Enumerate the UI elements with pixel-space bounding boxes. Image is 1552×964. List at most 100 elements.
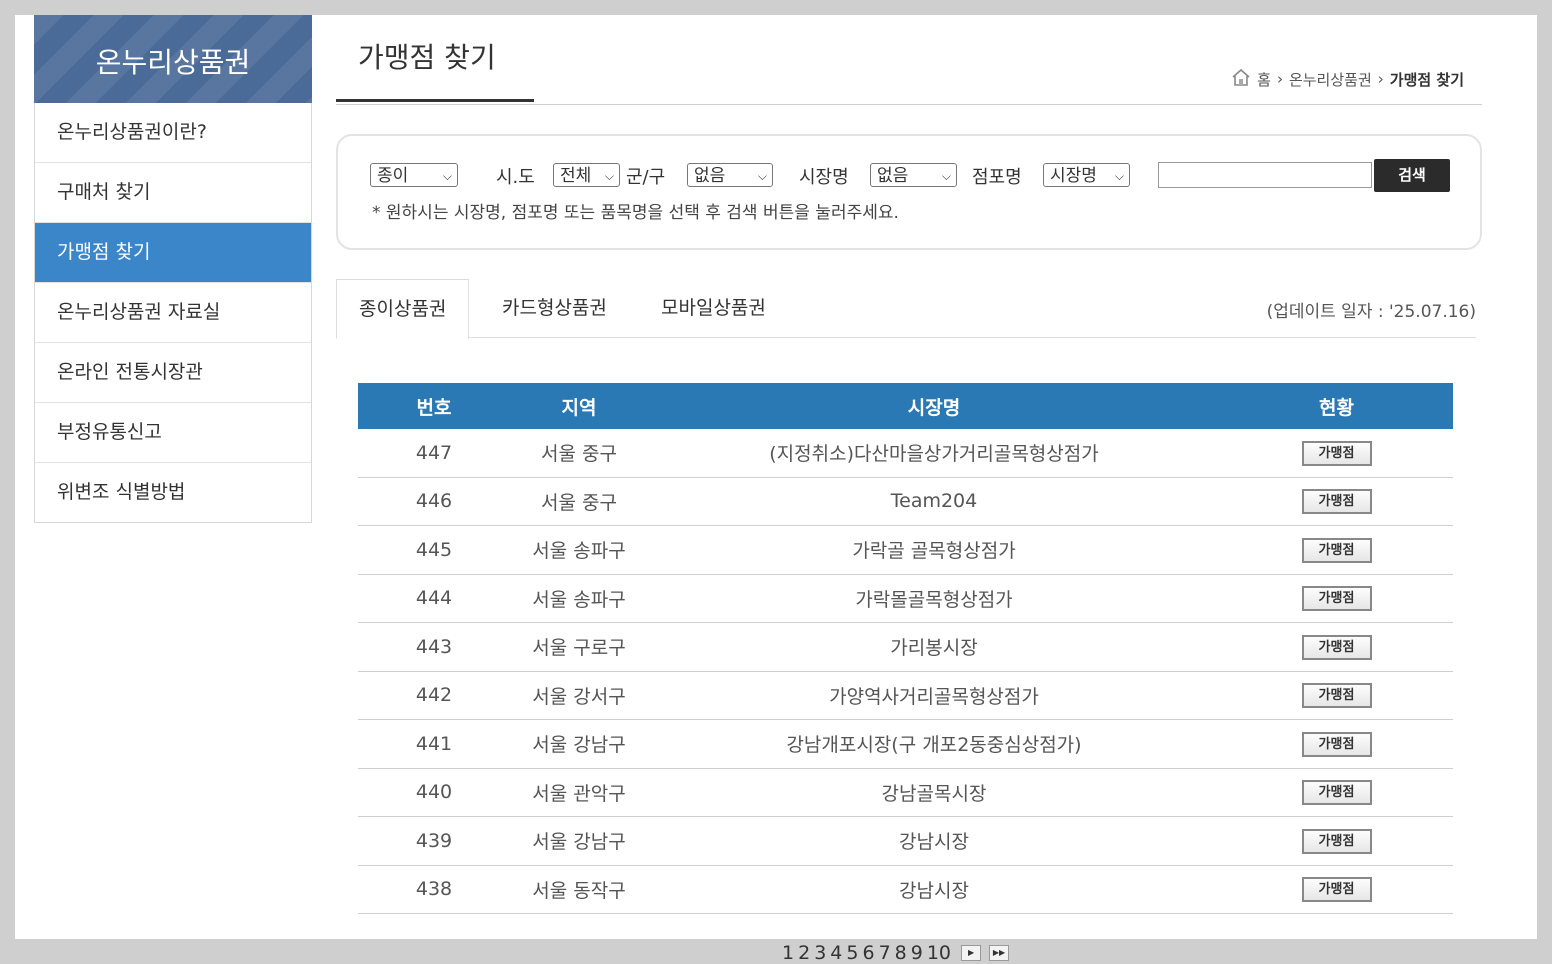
row-status-cell: 가맹점 <box>1220 429 1453 478</box>
gugun-label: 군/구 <box>626 167 666 188</box>
page-3[interactable]: 3 <box>812 942 828 964</box>
store-list-button[interactable]: 가맹점 <box>1301 731 1372 757</box>
search-panel: 종이 ⌵ 시.도 전체 ⌵ 군/구 없음 ⌵ 시장명 없음 ⌵ 점포명 시장명 ⌵ 검색 … <box>336 134 1482 250</box>
row-number: 441 <box>358 719 510 769</box>
market-select[interactable]: 없음 ⌵ <box>870 163 957 187</box>
type-select-value: 종이 <box>377 166 409 186</box>
row-region: 서울 송파구 <box>510 525 648 575</box>
row-region: 서울 강서구 <box>510 671 648 720</box>
gugun-select-value: 없음 <box>694 166 726 186</box>
row-market: 강남골목시장 <box>648 768 1220 817</box>
page-9[interactable]: 9 <box>909 942 925 964</box>
home-icon[interactable] <box>1231 68 1251 90</box>
row-status-cell: 가맹점 <box>1220 768 1453 817</box>
page-8[interactable]: 8 <box>893 942 909 964</box>
sido-select[interactable]: 전체 ⌵ <box>553 163 620 187</box>
store-list-button[interactable]: 가맹점 <box>1301 586 1372 612</box>
chevron-down-icon: ⌵ <box>1114 169 1124 183</box>
row-status-cell: 가맹점 <box>1220 671 1453 720</box>
table-row: 440 서울 관악구 강남골목시장 가맹점 <box>358 768 1453 817</box>
row-status-cell: 가맹점 <box>1220 574 1453 623</box>
row-market: Team204 <box>648 477 1220 526</box>
search-input[interactable] <box>1158 162 1372 188</box>
store-select-value: 시장명 <box>1050 166 1097 186</box>
sidebar-item-store-search[interactable]: 가맹점 찾기 <box>35 222 311 282</box>
next-page-icon[interactable]: ▶ <box>961 945 982 961</box>
row-number: 445 <box>358 525 510 575</box>
store-list-button[interactable]: 가맹점 <box>1301 683 1372 709</box>
row-status-cell: 가맹점 <box>1220 477 1453 526</box>
table-row: 441 서울 강남구 강남개포시장(구 개포2동중심상점가) 가맹점 <box>358 719 1453 769</box>
market-label: 시장명 <box>799 167 849 188</box>
row-number: 439 <box>358 816 510 866</box>
row-market: 가양역사거리골목형상점가 <box>648 671 1220 720</box>
title-row: 가맹점 찾기 홈 › 온누리상품권 › 가맹점 찾기 <box>336 30 1482 105</box>
row-number: 447 <box>358 429 510 478</box>
page-2[interactable]: 2 <box>796 942 812 964</box>
breadcrumb: 홈 › 온누리상품권 › 가맹점 찾기 <box>1231 68 1464 90</box>
row-market: 강남시장 <box>648 865 1220 914</box>
sidebar-item-archive[interactable]: 온누리상품권 자료실 <box>35 282 311 342</box>
table-row: 439 서울 강남구 강남시장 가맹점 <box>358 816 1453 866</box>
page-1[interactable]: 1 <box>780 942 796 964</box>
row-region: 서울 송파구 <box>510 574 648 623</box>
sidebar-item-purchase-place[interactable]: 구매처 찾기 <box>35 162 311 222</box>
store-list-button[interactable]: 가맹점 <box>1301 780 1372 806</box>
table-row: 438 서울 동작구 강남시장 가맹점 <box>358 865 1453 914</box>
store-select[interactable]: 시장명 ⌵ <box>1043 163 1130 187</box>
breadcrumb-section[interactable]: 온누리상품권 <box>1289 69 1372 90</box>
row-region: 서울 동작구 <box>510 865 648 914</box>
store-list-button[interactable]: 가맹점 <box>1301 634 1372 660</box>
market-select-value: 없음 <box>877 166 909 186</box>
col-status: 현황 <box>1220 383 1453 429</box>
gugun-select[interactable]: 없음 ⌵ <box>687 163 773 187</box>
store-list-button[interactable]: 가맹점 <box>1301 489 1372 515</box>
tab-card[interactable]: 카드형상품권 <box>502 279 607 337</box>
page-4[interactable]: 4 <box>828 942 844 964</box>
row-number: 438 <box>358 865 510 914</box>
page-6[interactable]: 6 <box>860 942 876 964</box>
main-content: 가맹점 찾기 홈 › 온누리상품권 › 가맹점 찾기 종이 ⌵ 시.도 전체 ⌵ 군… <box>336 30 1482 964</box>
row-region: 서울 중구 <box>510 429 648 478</box>
table-row: 443 서울 구로구 가리봉시장 가맹점 <box>358 622 1453 672</box>
row-region: 서울 구로구 <box>510 622 648 672</box>
col-number: 번호 <box>358 383 510 429</box>
tab-mobile[interactable]: 모바일상품권 <box>661 279 766 337</box>
last-page-icon[interactable]: ▶▶ <box>989 945 1010 961</box>
store-list-button[interactable]: 가맹점 <box>1301 828 1372 854</box>
sidebar-item-report[interactable]: 부정유통신고 <box>35 402 311 462</box>
row-region: 서울 강남구 <box>510 719 648 769</box>
row-number: 446 <box>358 477 510 526</box>
chevron-down-icon: ⌵ <box>941 169 951 183</box>
chevron-down-icon: ⌵ <box>757 169 767 183</box>
page-7[interactable]: 7 <box>877 942 893 964</box>
table-header: 번호 지역 시장명 현황 <box>358 383 1453 429</box>
row-number: 440 <box>358 768 510 817</box>
table-row: 442 서울 강서구 가양역사거리골목형상점가 가맹점 <box>358 671 1453 720</box>
sidebar: 온누리상품권 온누리상품권이란? 구매처 찾기 가맹점 찾기 온누리상품권 자료… <box>34 15 312 523</box>
breadcrumb-home[interactable]: 홈 <box>1257 69 1271 90</box>
sido-select-value: 전체 <box>560 166 592 186</box>
update-date: (업데이트 일자 : '25.07.16) <box>1266 302 1476 322</box>
search-hint: * 원하시는 시장명, 점포명 또는 품목명을 선택 후 검색 버튼을 눌러주세… <box>372 203 899 223</box>
sidebar-item-online-market[interactable]: 온라인 전통시장관 <box>35 342 311 402</box>
sidebar-item-counterfeit[interactable]: 위변조 식별방법 <box>35 462 311 522</box>
page-10[interactable]: 10 <box>925 942 953 964</box>
page-5[interactable]: 5 <box>844 942 860 964</box>
page-title: 가맹점 찾기 <box>336 30 534 102</box>
store-list-button[interactable]: 가맹점 <box>1301 537 1372 563</box>
row-status-cell: 가맹점 <box>1220 865 1453 914</box>
store-list-button[interactable]: 가맹점 <box>1301 440 1372 466</box>
sidebar-item-intro[interactable]: 온누리상품권이란? <box>35 103 311 162</box>
row-number: 442 <box>358 671 510 720</box>
row-status-cell: 가맹점 <box>1220 525 1453 575</box>
tab-bar: 종이상품권 카드형상품권 모바일상품권 (업데이트 일자 : '25.07.16… <box>336 279 1476 339</box>
type-select[interactable]: 종이 ⌵ <box>370 163 458 187</box>
store-list-button[interactable]: 가맹점 <box>1301 877 1372 903</box>
row-market: 가락골 골목형상점가 <box>648 525 1220 575</box>
tab-paper[interactable]: 종이상품권 <box>336 279 470 339</box>
table-row: 445 서울 송파구 가락골 골목형상점가 가맹점 <box>358 525 1453 575</box>
row-region: 서울 중구 <box>510 477 648 526</box>
row-market: 가락몰골목형상점가 <box>648 574 1220 623</box>
search-button[interactable]: 검색 <box>1374 159 1450 192</box>
